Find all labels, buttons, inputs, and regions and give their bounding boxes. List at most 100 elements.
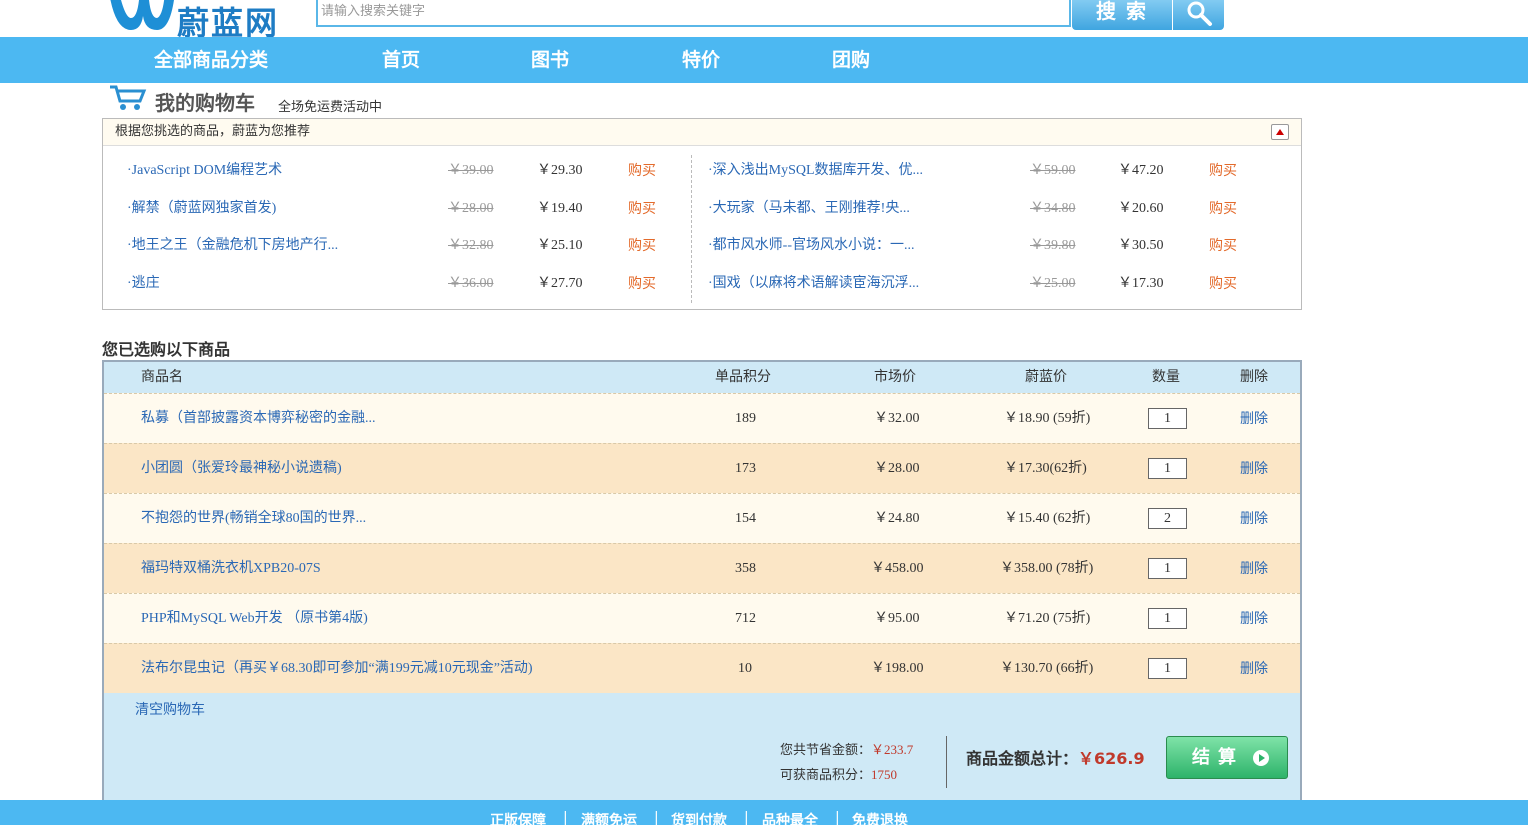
- table-header: 商品名 单品积分 市场价 蔚蓝价 数量 删除: [104, 362, 1300, 393]
- search-icon-button[interactable]: [1173, 0, 1224, 30]
- savings-summary: 您共节省金额：￥233.7: [780, 739, 913, 758]
- points-value: 1750: [871, 767, 898, 782]
- quantity-input[interactable]: 1: [1148, 608, 1187, 629]
- search-placeholder: 请输入搜索关键字: [321, 4, 426, 19]
- recommend-item-name[interactable]: ·JavaScript DOM编程艺术: [127, 161, 282, 181]
- recommend-item-name[interactable]: ·国戏（以麻将术语解读宦海沉浮...: [708, 274, 919, 294]
- product-points: 173: [735, 461, 756, 476]
- table-row: PHP和MySQL Web开发 （原书第4版) 712 ￥95.00 ￥71.2…: [104, 593, 1300, 643]
- recommend-header-text: 根据您挑选的商品，蔚蓝为您推荐: [115, 124, 311, 139]
- delete-link[interactable]: 删除: [1240, 394, 1268, 444]
- nav-all-categories[interactable]: 全部商品分类: [154, 37, 268, 83]
- recommend-item-price: ￥20.60: [1118, 201, 1164, 216]
- recommend-item-price: ￥30.50: [1118, 238, 1164, 253]
- buy-link[interactable]: 购买: [1209, 161, 1237, 181]
- product-points: 10: [738, 661, 752, 676]
- product-price: ￥17.30(62折): [1004, 461, 1087, 476]
- recommend-item-old-price: ￥25.00: [1030, 276, 1076, 291]
- quantity-input[interactable]: 2: [1148, 508, 1187, 529]
- savings-value: ￥233.7: [871, 742, 914, 757]
- table-row: 法布尔昆虫记（再买￥68.30即可参加“满199元减10元现金”活动) 10 ￥…: [104, 643, 1300, 693]
- recommend-item-old-price: ￥39.00: [448, 163, 494, 178]
- quantity-input[interactable]: 1: [1148, 558, 1187, 579]
- recommend-item-old-price: ￥59.00: [1030, 163, 1076, 178]
- search-button[interactable]: 搜索: [1072, 0, 1172, 30]
- recommend-item: ·逃庄 ￥36.00 ￥27.70 购买: [103, 274, 691, 294]
- cart-table: 商品名 单品积分 市场价 蔚蓝价 数量 删除 私募（首部披露资本博弈秘密的金融.…: [102, 360, 1302, 800]
- footer-free-shipping[interactable]: 满额免运: [581, 810, 637, 825]
- summary-divider: [946, 736, 947, 788]
- savings-label: 您共节省金额：: [780, 743, 872, 758]
- delete-link[interactable]: 删除: [1240, 544, 1268, 594]
- recommend-item-name[interactable]: ·地王之王（金融危机下房地产行...: [127, 236, 338, 256]
- search-input[interactable]: 请输入搜索关键字: [316, 0, 1071, 27]
- cart-subtitle: 全场免运费活动中: [278, 100, 383, 115]
- recommend-item: ·都市风水师--官场风水小说：一... ￥39.80 ￥30.50 购买: [691, 236, 1301, 256]
- footer-free-returns[interactable]: 免费退换: [852, 810, 908, 825]
- points-summary: 可获商品积分：1750: [780, 764, 897, 783]
- recommend-item-name[interactable]: ·深入浅出MySQL数据库开发、优...: [708, 161, 923, 181]
- recommend-item: ·JavaScript DOM编程艺术 ￥39.00 ￥29.30 购买: [103, 161, 691, 181]
- delete-link[interactable]: 删除: [1240, 644, 1268, 694]
- product-market-price: ￥32.00: [874, 411, 920, 426]
- product-market-price: ￥24.80: [874, 511, 920, 526]
- product-name[interactable]: 法布尔昆虫记（再买￥68.30即可参加“满199元减10元现金”活动): [141, 644, 533, 694]
- buy-link[interactable]: 购买: [628, 161, 656, 181]
- buy-link[interactable]: 购买: [628, 199, 656, 219]
- product-market-price: ￥198.00: [871, 661, 924, 676]
- product-market-price: ￥95.00: [874, 611, 920, 626]
- quantity-input[interactable]: 1: [1148, 658, 1187, 679]
- recommend-header: 根据您挑选的商品，蔚蓝为您推荐: [103, 119, 1301, 146]
- table-row: 私募（首部披露资本博弈秘密的金融... 189 ￥32.00 ￥18.90 (5…: [104, 393, 1300, 443]
- table-row: 福玛特双桶洗衣机XPB20-07S 358 ￥458.00 ￥358.00 (7…: [104, 543, 1300, 593]
- nav-books[interactable]: 图书: [531, 37, 569, 83]
- nav-group-buy[interactable]: 团购: [832, 37, 870, 83]
- delete-link[interactable]: 删除: [1240, 594, 1268, 644]
- product-points: 712: [735, 611, 756, 626]
- checkout-label: 结算: [1192, 747, 1244, 768]
- buy-link[interactable]: 购买: [628, 236, 656, 256]
- product-points: 189: [735, 411, 756, 426]
- delete-link[interactable]: 删除: [1240, 444, 1268, 494]
- product-points: 154: [735, 511, 756, 526]
- col-market-price: 市场价: [874, 369, 916, 385]
- collapse-button[interactable]: [1271, 124, 1289, 140]
- recommend-item: ·深入浅出MySQL数据库开发、优... ￥59.00 ￥47.20 购买: [691, 161, 1301, 181]
- recommend-item-name[interactable]: ·都市风水师--官场风水小说：一...: [708, 236, 915, 256]
- site-logo[interactable]: 蔚蓝网: [105, 0, 300, 42]
- selected-title: 您已选购以下商品: [102, 340, 231, 359]
- footer-genuine[interactable]: 正版保障: [490, 810, 546, 825]
- buy-link[interactable]: 购买: [1209, 274, 1237, 294]
- footer-variety[interactable]: 品种最全: [762, 810, 818, 825]
- recommend-item-price: ￥17.30: [1118, 276, 1164, 291]
- product-name[interactable]: 不抱怨的世界(畅销全球80国的世界...: [141, 494, 366, 544]
- product-name[interactable]: PHP和MySQL Web开发 （原书第4版): [141, 594, 368, 644]
- buy-link[interactable]: 购买: [628, 274, 656, 294]
- product-name[interactable]: 小团圆（张爱玲最神秘小说遗稿): [141, 444, 342, 494]
- recommend-item-name[interactable]: ·解禁（蔚蓝网独家首发): [127, 199, 276, 219]
- checkout-button[interactable]: 结算: [1166, 736, 1288, 779]
- recommend-item-price: ￥29.30: [537, 163, 583, 178]
- nav-home[interactable]: 首页: [382, 37, 420, 83]
- footer-cod[interactable]: 货到付款: [671, 810, 727, 825]
- quantity-input[interactable]: 1: [1148, 408, 1187, 429]
- product-market-price: ￥28.00: [874, 461, 920, 476]
- recommend-item-name[interactable]: ·大玩家（马未都、王刚推荐!央...: [708, 199, 910, 219]
- recommend-item-old-price: ￥39.80: [1030, 238, 1076, 253]
- recommend-item-price: ￥47.20: [1118, 163, 1164, 178]
- recommend-item-price: ￥19.40: [537, 201, 583, 216]
- nav-specials[interactable]: 特价: [682, 37, 720, 83]
- product-name[interactable]: 福玛特双桶洗衣机XPB20-07S: [141, 544, 321, 594]
- delete-link[interactable]: 删除: [1240, 494, 1268, 544]
- clear-cart-link[interactable]: 清空购物车: [135, 699, 205, 719]
- buy-link[interactable]: 购买: [1209, 199, 1237, 219]
- recommend-item: ·地王之王（金融危机下房地产行... ￥32.80 ￥25.10 购买: [103, 236, 691, 256]
- recommend-item-price: ￥27.70: [537, 276, 583, 291]
- recommend-item-name[interactable]: ·逃庄: [127, 274, 160, 294]
- buy-link[interactable]: 购买: [1209, 236, 1237, 256]
- col-quantity: 数量: [1152, 369, 1180, 385]
- product-name[interactable]: 私募（首部披露资本博弈秘密的金融...: [141, 394, 376, 444]
- cart-icon: [108, 83, 148, 118]
- main-nav: 全部商品分类 首页 图书 特价 团购: [0, 37, 1528, 83]
- quantity-input[interactable]: 1: [1148, 458, 1187, 479]
